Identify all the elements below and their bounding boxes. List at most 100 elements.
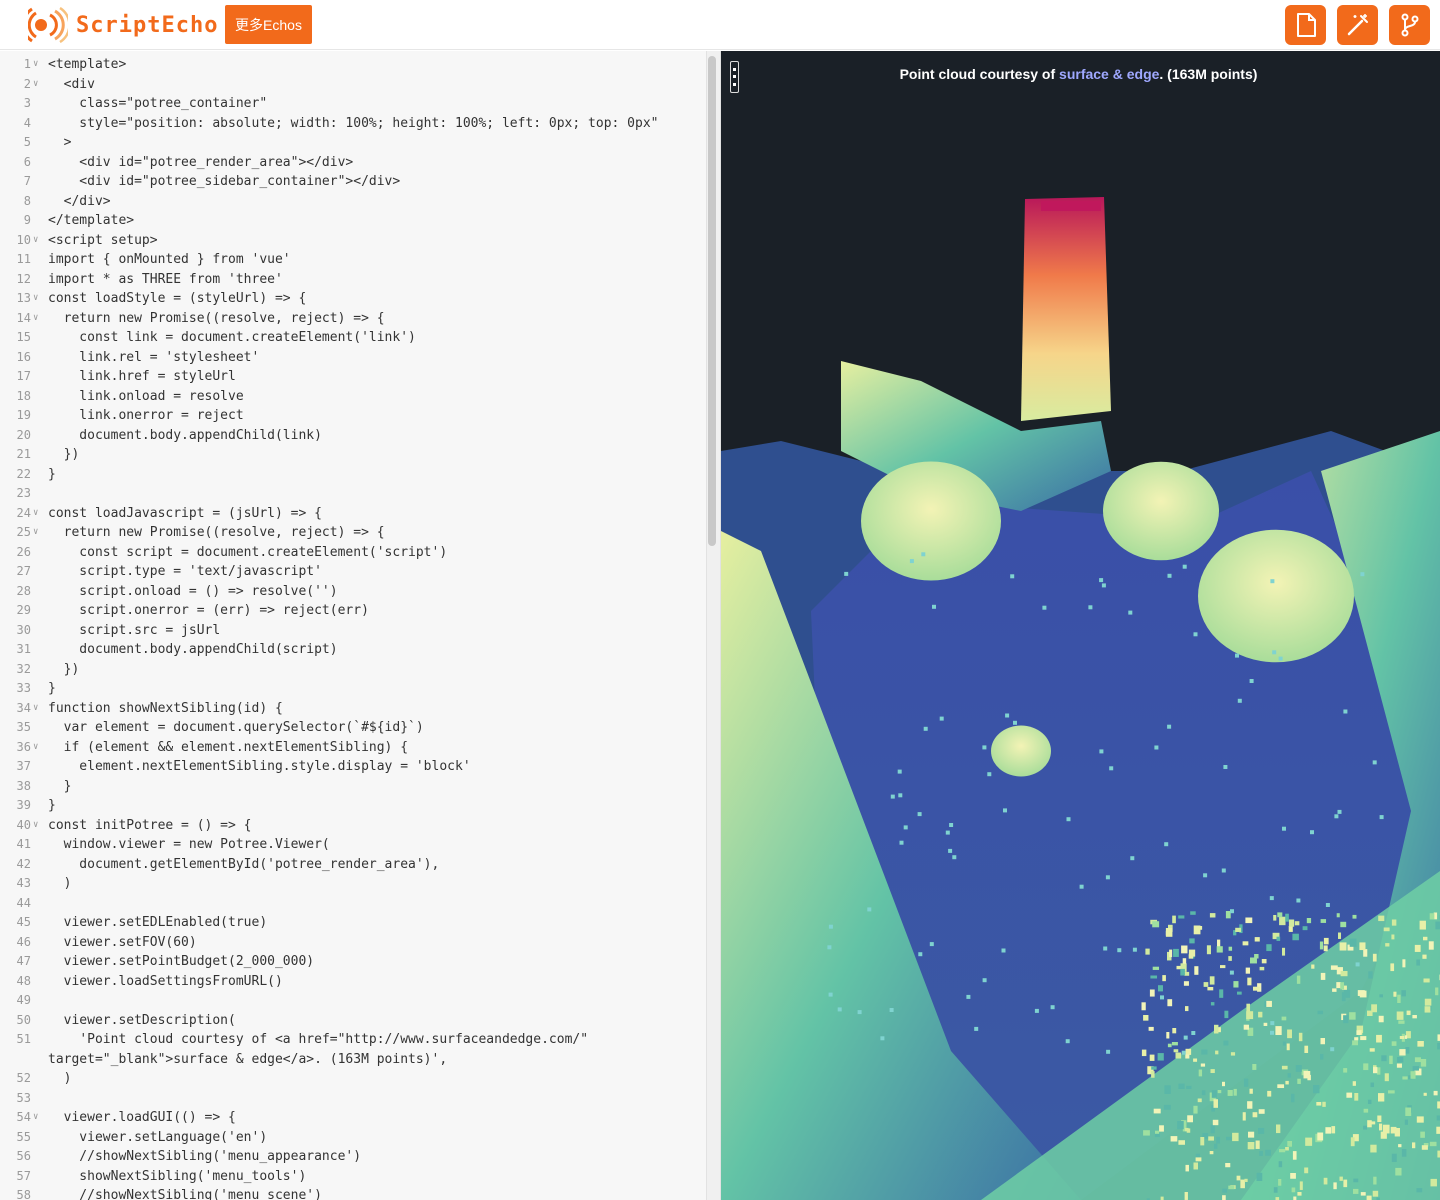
fold-chevron-icon[interactable]: ∨: [33, 1108, 38, 1128]
code-text[interactable]: document.getElementById('potree_render_a…: [48, 855, 696, 875]
code-line[interactable]: 34 ∨ function showNextSibling(id) {: [0, 699, 706, 719]
code-line[interactable]: 54 ∨ viewer.loadGUI(() => {: [0, 1108, 706, 1128]
code-line[interactable]: 33}: [0, 679, 706, 699]
code-line[interactable]: 38 }: [0, 777, 706, 797]
code-line[interactable]: 5 >: [0, 133, 706, 153]
code-editor[interactable]: 1 ∨ <template> 2 ∨ <div 3 class="potree_conta…: [0, 51, 706, 1200]
fold-chevron-icon[interactable]: ∨: [33, 289, 38, 309]
code-text[interactable]: viewer.setDescription(: [48, 1011, 696, 1031]
code-text[interactable]: script.src = jsUrl: [48, 621, 696, 641]
fold-chevron-icon[interactable]: ∨: [33, 231, 38, 251]
code-text[interactable]: }: [48, 465, 696, 485]
code-line[interactable]: 28 script.onload = () => resolve(''): [0, 582, 706, 602]
code-text[interactable]: var element = document.querySelector(`#$…: [48, 718, 696, 738]
fold-chevron-icon[interactable]: ∨: [33, 523, 38, 543]
code-line[interactable]: 53: [0, 1089, 706, 1109]
code-line[interactable]: 15 const link = document.createElement('…: [0, 328, 706, 348]
code-line[interactable]: 14 ∨ return new Promise((resolve, reject)…: [0, 309, 706, 329]
code-line[interactable]: 6 <div id="potree_render_area"></div>: [0, 153, 706, 173]
code-line[interactable]: 48 viewer.loadSettingsFromURL(): [0, 972, 706, 992]
code-line[interactable]: 44: [0, 894, 706, 914]
code-line[interactable]: 24 ∨ const loadJavascript = (jsUrl) => {: [0, 504, 706, 524]
code-line[interactable]: 41 window.viewer = new Potree.Viewer(: [0, 835, 706, 855]
code-text[interactable]: link.onload = resolve: [48, 387, 696, 407]
code-text[interactable]: class="potree_container": [48, 94, 696, 114]
code-text[interactable]: viewer.setLanguage('en'): [48, 1128, 696, 1148]
code-line[interactable]: 3 class="potree_container": [0, 94, 706, 114]
code-text[interactable]: viewer.loadGUI(() => {: [48, 1108, 696, 1128]
code-text[interactable]: script.onload = () => resolve(''): [48, 582, 696, 602]
code-text[interactable]: }): [48, 445, 696, 465]
code-line[interactable]: 40 ∨ const initPotree = () => {: [0, 816, 706, 836]
point-cloud-canvas[interactable]: [721, 51, 1440, 1200]
code-line[interactable]: 21 }): [0, 445, 706, 465]
code-line[interactable]: 43 ): [0, 874, 706, 894]
code-text[interactable]: link.href = styleUrl: [48, 367, 696, 387]
fold-chevron-icon[interactable]: ∨: [33, 738, 38, 758]
code-text[interactable]: window.viewer = new Potree.Viewer(: [48, 835, 696, 855]
editor-scrollbar[interactable]: [708, 56, 716, 546]
code-line[interactable]: 55 viewer.setLanguage('en'): [0, 1128, 706, 1148]
code-text[interactable]: }: [48, 679, 696, 699]
code-line[interactable]: 37 element.nextElementSibling.style.disp…: [0, 757, 706, 777]
code-text[interactable]: viewer.setEDLEnabled(true): [48, 913, 696, 933]
code-text[interactable]: //showNextSibling('menu_scene'): [48, 1186, 696, 1200]
code-text[interactable]: ): [48, 874, 696, 894]
fold-chevron-icon[interactable]: ∨: [33, 75, 38, 95]
code-line[interactable]: 35 var element = document.querySelector(…: [0, 718, 706, 738]
code-line[interactable]: 10 ∨ <script setup>: [0, 231, 706, 251]
code-text[interactable]: if (element && element.nextElementSiblin…: [48, 738, 696, 758]
code-lines[interactable]: 1 ∨ <template> 2 ∨ <div 3 class="potree_conta…: [0, 55, 706, 1200]
code-line[interactable]: 36 ∨ if (element && element.nextElementSi…: [0, 738, 706, 758]
code-line[interactable]: 57 showNextSibling('menu_tools'): [0, 1167, 706, 1187]
code-text[interactable]: document.body.appendChild(script): [48, 640, 696, 660]
code-line[interactable]: 23: [0, 484, 706, 504]
code-text[interactable]: 'Point cloud courtesy of <a href="http:/…: [48, 1030, 696, 1069]
fold-chevron-icon[interactable]: ∨: [33, 55, 38, 75]
fold-chevron-icon[interactable]: ∨: [33, 699, 38, 719]
code-line[interactable]: 13 ∨ const loadStyle = (styleUrl) => {: [0, 289, 706, 309]
code-line[interactable]: 58 //showNextSibling('menu_scene'): [0, 1186, 706, 1200]
code-text[interactable]: </template>: [48, 211, 696, 231]
code-line[interactable]: 8 </div>: [0, 192, 706, 212]
code-text[interactable]: return new Promise((resolve, reject) => …: [48, 309, 696, 329]
code-text[interactable]: link.rel = 'stylesheet': [48, 348, 696, 368]
code-line[interactable]: 49: [0, 991, 706, 1011]
code-line[interactable]: 2 ∨ <div: [0, 75, 706, 95]
code-text[interactable]: viewer.loadSettingsFromURL(): [48, 972, 696, 992]
code-line[interactable]: 26 const script = document.createElement…: [0, 543, 706, 563]
code-line[interactable]: 1 ∨ <template>: [0, 55, 706, 75]
code-line[interactable]: 39}: [0, 796, 706, 816]
code-text[interactable]: import { onMounted } from 'vue': [48, 250, 696, 270]
code-text[interactable]: viewer.setFOV(60): [48, 933, 696, 953]
fold-chevron-icon[interactable]: ∨: [33, 309, 38, 329]
code-line[interactable]: 12 import * as THREE from 'three': [0, 270, 706, 290]
code-text[interactable]: <script setup>: [48, 231, 696, 251]
code-line[interactable]: 27 script.type = 'text/javascript': [0, 562, 706, 582]
code-text[interactable]: function showNextSibling(id) {: [48, 699, 696, 719]
code-line[interactable]: 56 //showNextSibling('menu_appearance'): [0, 1147, 706, 1167]
code-text[interactable]: script.type = 'text/javascript': [48, 562, 696, 582]
code-text[interactable]: import * as THREE from 'three': [48, 270, 696, 290]
code-text[interactable]: return new Promise((resolve, reject) => …: [48, 523, 696, 543]
code-text[interactable]: <div: [48, 75, 696, 95]
code-text[interactable]: const loadStyle = (styleUrl) => {: [48, 289, 696, 309]
code-line[interactable]: 32 }): [0, 660, 706, 680]
code-line[interactable]: 18 link.onload = resolve: [0, 387, 706, 407]
code-line[interactable]: 31 document.body.appendChild(script): [0, 640, 706, 660]
code-line[interactable]: 17 link.href = styleUrl: [0, 367, 706, 387]
code-text[interactable]: <div id="potree_render_area"></div>: [48, 153, 696, 173]
code-line[interactable]: 4 style="position: absolute; width: 100%…: [0, 114, 706, 134]
branch-button[interactable]: [1389, 5, 1430, 45]
code-line[interactable]: 46 viewer.setFOV(60): [0, 933, 706, 953]
code-text[interactable]: element.nextElementSibling.style.display…: [48, 757, 696, 777]
code-text[interactable]: const script = document.createElement('s…: [48, 543, 696, 563]
code-line[interactable]: 9 </template>: [0, 211, 706, 231]
code-line[interactable]: 29 script.onerror = (err) => reject(err): [0, 601, 706, 621]
code-line[interactable]: 11 import { onMounted } from 'vue': [0, 250, 706, 270]
code-text[interactable]: script.onerror = (err) => reject(err): [48, 601, 696, 621]
code-line[interactable]: 25 ∨ return new Promise((resolve, reject)…: [0, 523, 706, 543]
logo[interactable]: ScriptEcho: [28, 7, 218, 43]
code-line[interactable]: 7 <div id="potree_sidebar_container"></d…: [0, 172, 706, 192]
code-text[interactable]: ): [48, 1069, 696, 1089]
